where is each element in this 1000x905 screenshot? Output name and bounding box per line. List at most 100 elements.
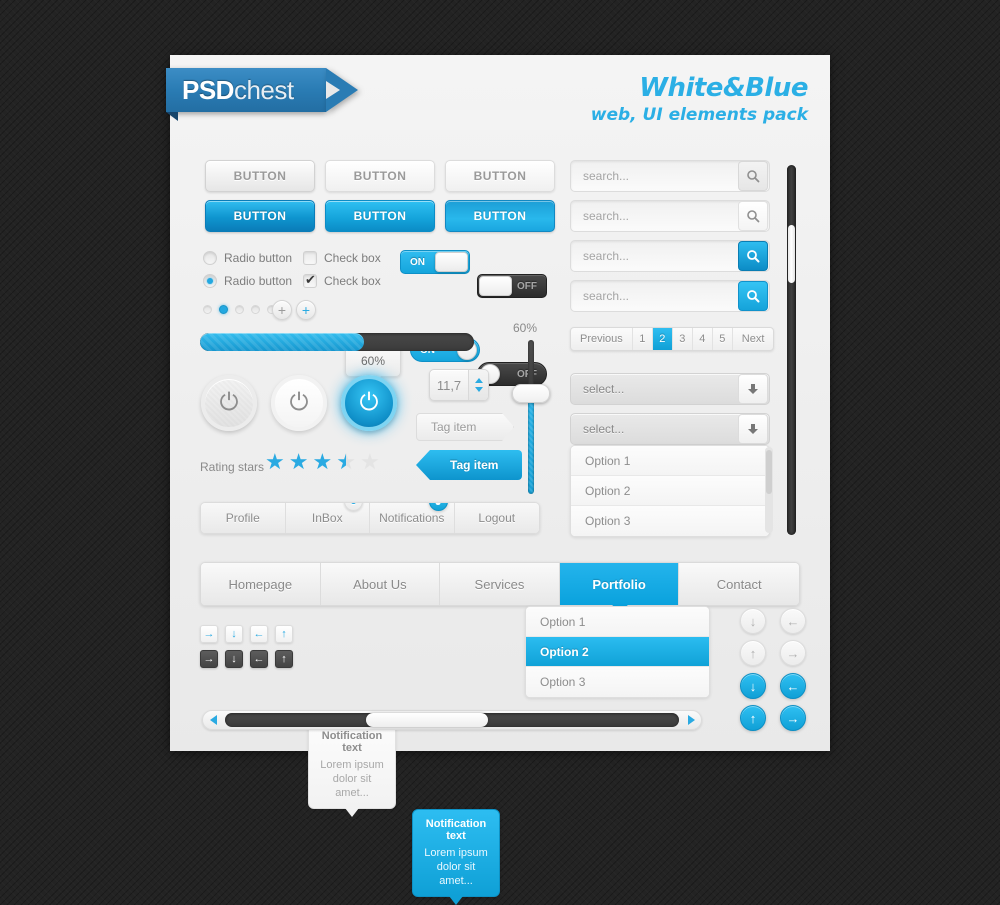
arrow-down-icon-dark[interactable]: ↓ (225, 650, 243, 668)
search-field-2[interactable]: search... (570, 200, 770, 232)
search-input[interactable]: search... (571, 249, 738, 263)
round-arrow-right-gray[interactable]: → (780, 640, 806, 666)
arrow-up-icon-dark[interactable]: ↑ (275, 650, 293, 668)
vertical-slider-handle[interactable] (512, 384, 550, 403)
select-options-list[interactable]: Option 1 Option 2 Option 3 (570, 445, 770, 537)
select-closed-1[interactable]: select... (570, 373, 770, 405)
search-button-blue-light[interactable] (738, 281, 768, 311)
dropdown-list[interactable]: Option 1 Option 2 Option 3 (525, 606, 710, 698)
select-arrow-button[interactable] (738, 414, 768, 444)
spinner-value[interactable]: 11,7 (430, 370, 468, 400)
options-scrollbar-track[interactable] (765, 447, 773, 533)
button-blue-1[interactable]: BUTTON (205, 200, 315, 232)
number-spinner[interactable]: 11,7 (429, 369, 489, 401)
dot-pagination[interactable] (203, 305, 276, 314)
small-arrow-buttons-dark[interactable]: → ↓ ← ↑ (200, 650, 293, 668)
main-navigation[interactable]: Homepage About Us Services Portfolio Con… (200, 562, 800, 606)
button-gray-1[interactable]: BUTTON (205, 160, 315, 192)
toggle-knob[interactable] (435, 252, 468, 272)
checkbox-option-off[interactable]: Check box (303, 251, 381, 265)
small-arrow-buttons-light[interactable]: → ↓ ← ↑ (200, 625, 293, 643)
button-gray-3[interactable]: BUTTON (445, 160, 555, 192)
button-blue-2[interactable]: BUTTON (325, 200, 435, 232)
search-input[interactable]: search... (571, 169, 738, 183)
toggle-on-square[interactable]: ON (400, 250, 470, 274)
vertical-slider-track-fill[interactable] (528, 394, 534, 494)
dropdown-option-2-selected[interactable]: Option 2 (526, 637, 709, 667)
select-option-1[interactable]: Option 1 (571, 446, 769, 476)
round-arrow-buttons-blue[interactable]: ↓ ← ↑ → (740, 673, 814, 731)
power-button-gray[interactable]: ⏻ (201, 375, 257, 431)
checkbox-option-on[interactable]: Check box (303, 272, 381, 288)
star-full-3[interactable]: ★ (312, 451, 332, 473)
round-arrow-up-blue[interactable]: ↑ (740, 705, 766, 731)
nav-item-services[interactable]: Services (440, 563, 560, 605)
spinner-arrows[interactable] (468, 370, 488, 400)
select-option-3[interactable]: Option 3 (571, 506, 769, 536)
round-arrow-right-blue[interactable]: → (780, 705, 806, 731)
dot-4[interactable] (251, 305, 260, 314)
round-arrow-up-gray[interactable]: ↑ (740, 640, 766, 666)
pagination-page-5[interactable]: 5 (713, 328, 733, 350)
nav-item-contact[interactable]: Contact (679, 563, 799, 605)
search-button-white[interactable] (738, 201, 768, 231)
arrow-left-icon-dark[interactable]: ← (250, 650, 268, 668)
dropdown-option-1[interactable]: Option 1 (526, 607, 709, 637)
nav-item-about-us[interactable]: About Us (320, 563, 441, 605)
scrollbar-left-button[interactable] (203, 715, 223, 725)
arrow-left-icon-light[interactable]: ← (250, 625, 268, 643)
account-tabs[interactable]: Profile InBox 3 Notifications 5 Logout (200, 502, 540, 534)
tab-notifications[interactable]: Notifications 5 (370, 503, 455, 533)
toggle-off-square[interactable]: OFF (477, 274, 547, 298)
round-arrow-down-blue[interactable]: ↓ (740, 673, 766, 699)
radio-selected-icon[interactable] (203, 274, 217, 288)
tab-profile[interactable]: Profile (201, 503, 286, 533)
nav-item-homepage[interactable]: Homepage (201, 563, 321, 605)
vertical-scrollbar-track[interactable] (787, 165, 796, 535)
progress-bar[interactable] (200, 333, 474, 351)
select-arrow-button[interactable] (738, 374, 768, 404)
arrow-up-icon-light[interactable]: ↑ (275, 625, 293, 643)
search-input[interactable]: search... (571, 209, 738, 223)
tag-item-blue[interactable]: Tag item (416, 450, 522, 480)
search-field-1[interactable]: search... (570, 160, 770, 192)
power-button-white[interactable]: ⏻ (271, 375, 327, 431)
vertical-scrollbar-thumb[interactable] (788, 225, 795, 283)
search-input[interactable]: search... (571, 289, 738, 303)
plus-button-gray[interactable]: + (272, 300, 292, 320)
radio-option-on[interactable]: Radio button (203, 274, 292, 288)
search-field-4[interactable]: search... (570, 280, 770, 312)
rating-stars[interactable]: ★ ★ ★ ★ ★ (265, 451, 380, 473)
tab-logout[interactable]: Logout (454, 503, 539, 533)
star-full-1[interactable]: ★ (265, 451, 285, 473)
star-half-4[interactable]: ★ (336, 451, 356, 473)
tab-inbox[interactable]: InBox 3 (285, 503, 370, 533)
search-button-gray[interactable] (738, 161, 768, 191)
radio-icon[interactable] (203, 251, 217, 265)
power-button-blue-active[interactable]: ⏻ (341, 375, 397, 431)
plus-button-blue[interactable]: + (296, 300, 316, 320)
options-scrollbar-thumb[interactable] (766, 450, 772, 494)
spinner-down-icon[interactable] (474, 387, 483, 392)
toggle-knob[interactable] (479, 276, 512, 296)
dot-2-active[interactable] (219, 305, 228, 314)
arrow-right-icon-dark[interactable]: → (200, 650, 218, 668)
nav-item-portfolio-active[interactable]: Portfolio (559, 563, 680, 605)
pagination-page-2-active[interactable]: 2 (652, 328, 673, 350)
arrow-right-icon-light[interactable]: → (200, 625, 218, 643)
round-arrow-buttons-gray[interactable]: ↓ ← ↑ → (740, 608, 814, 666)
spinner-up-icon[interactable] (474, 378, 483, 383)
checkmark-icon[interactable] (303, 272, 317, 288)
pagination-previous[interactable]: Previous (571, 328, 633, 350)
round-arrow-left-blue[interactable]: ← (780, 673, 806, 699)
search-button-blue[interactable] (738, 241, 768, 271)
scrollbar-right-button[interactable] (681, 715, 701, 725)
dropdown-option-3[interactable]: Option 3 (526, 667, 709, 697)
round-arrow-left-gray[interactable]: ← (780, 608, 806, 634)
scrollbar-track[interactable] (225, 713, 679, 727)
dot-1[interactable] (203, 305, 212, 314)
pagination-page-3[interactable]: 3 (673, 328, 693, 350)
pagination-page-1[interactable]: 1 (633, 328, 653, 350)
radio-option-off[interactable]: Radio button (203, 251, 292, 265)
select-option-2[interactable]: Option 2 (571, 476, 769, 506)
